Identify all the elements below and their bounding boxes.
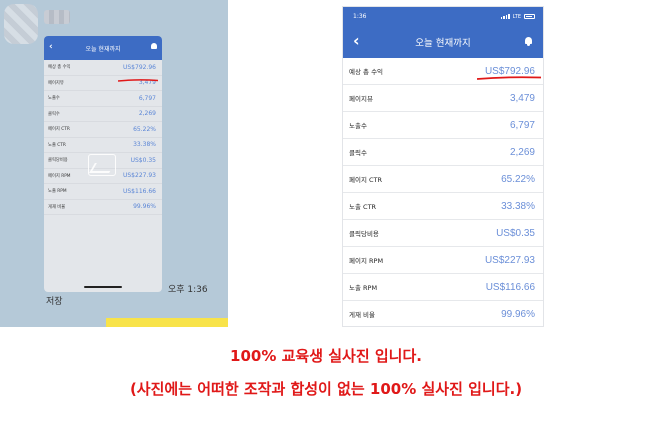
thumb-row-label: 노출 RPM [48,189,67,195]
message-time: 오후 1:36 [168,285,208,295]
thumb-red-underline [118,79,158,82]
thumb-row-value: US$116.66 [122,187,156,195]
thumb-row-label: 페이지뷰 [48,80,64,86]
metric-row[interactable]: 예상 총 수익 US$792.96 [343,58,543,85]
thumb-row: 클릭수 2,269 [44,107,162,122]
thumb-row-value: 33.38% [133,141,156,149]
thumb-row-label: 클릭당비용 [48,158,68,164]
metric-value: 3,479 [509,92,535,104]
thumb-row-value: US$792.96 [122,63,156,71]
metric-label: 클릭당비용 [349,230,379,238]
thumb-row: 게재 비율 99.96% [44,200,162,215]
metric-row[interactable]: 클릭수 2,269 [343,139,543,166]
metric-value: US$792.96 [484,65,535,77]
image-placeholder-icon [88,154,116,176]
thumb-bell-icon [151,43,157,49]
thumb-row: 예상 총 수익 US$792.96 [44,60,162,76]
metric-row[interactable]: 페이지 CTR 65.22% [343,166,543,193]
caption-line-1: 100% 교육생 실사진 입니다. [230,347,422,365]
red-underline-annotation [477,76,541,80]
metric-label: 게재 비율 [349,311,375,319]
metric-row[interactable]: 페이지 RPM US$227.93 [343,247,543,274]
metric-label: 노출 RPM [349,284,378,292]
save-link[interactable]: 저장 [46,294,63,307]
thumb-row: 노출 CTR 33.38% [44,138,162,153]
app-header: ‹ 오늘 현재까지 [343,26,543,58]
thumb-row-label: 페이지 RPM [48,173,71,179]
metric-value: 65.22% [501,173,535,185]
screenshot-collage: ‹ 오늘 현재까지 예상 총 수익 US$792.96 페이지뷰 3,479 노출수 6,… [0,0,652,441]
metric-row[interactable]: 노출수 6,797 [343,112,543,139]
thumb-row-value: US$0.35 [130,156,156,164]
metric-value: 99.96% [501,308,535,320]
metric-label: 페이지 CTR [349,176,383,184]
thumb-back-icon: ‹ [49,42,53,52]
metrics-list: 예상 총 수익 US$792.96 페이지뷰 3,479 노출수 6,797 클릭수 2,26… [343,58,543,326]
home-indicator [84,286,122,288]
thumb-rows: 예상 총 수익 US$792.96 페이지뷰 3,479 노출수 6,797 클릭수 2,26… [44,60,162,215]
thumb-title: 오늘 현재까지 [85,45,121,53]
metric-label: 클릭수 [349,149,367,157]
thumb-row: 페이지뷰 3,479 [44,76,162,91]
metric-label: 예상 총 수익 [349,68,384,76]
thumb-row-value: 2,269 [138,110,156,118]
page-title: 오늘 현재까지 [415,38,471,49]
back-icon[interactable]: ‹ [353,31,360,50]
thumb-row-label: 노출 CTR [48,142,66,148]
metric-label: 노출 CTR [349,203,377,211]
thumb-row-value: 6,797 [138,94,156,102]
thumb-row-label: 게재 비율 [48,204,66,210]
thumb-row-value: 65.22% [133,125,156,133]
thumb-header: ‹ 오늘 현재까지 [44,36,162,60]
metric-label: 페이지 RPM [349,257,384,265]
metric-row[interactable]: 클릭당비용 US$0.35 [343,220,543,247]
thumb-row-label: 예상 총 수익 [48,65,71,71]
bell-icon[interactable] [524,37,533,46]
metric-value: US$116.66 [485,281,535,293]
next-message-bubble[interactable] [106,318,228,327]
adsense-phone-screen: 1:36 LTE ‹ 오늘 현재까지 예상 총 수익 US$792.96 페이지뷰 3… [342,6,544,327]
thumb-row-label: 클릭수 [48,111,60,117]
battery-icon [524,14,535,19]
network-label: LTE [512,13,521,20]
thumb-row-value: US$227.93 [122,172,156,180]
thumb-row: 노출수 6,797 [44,91,162,107]
chat-panel: ‹ 오늘 현재까지 예상 총 수익 US$792.96 페이지뷰 3,479 노출수 6,… [0,0,228,327]
sender-avatar[interactable] [4,4,38,44]
metric-value: 2,269 [509,146,535,158]
status-time: 1:36 [353,13,367,20]
metric-row[interactable]: 게재 비율 99.96% [343,301,543,326]
metric-row[interactable]: 페이지뷰 3,479 [343,85,543,112]
metric-label: 페이지뷰 [349,95,373,103]
metric-row[interactable]: 노출 CTR 33.38% [343,193,543,220]
image-message[interactable]: ‹ 오늘 현재까지 예상 총 수익 US$792.96 페이지뷰 3,479 노출수 6,… [44,36,162,292]
status-bar: 1:36 LTE [343,7,543,26]
sender-name [44,10,70,24]
thumb-row-label: 노출수 [48,96,60,102]
metric-value: US$0.35 [496,227,535,239]
signal-icon [500,14,510,19]
metric-value: 33.38% [501,200,535,212]
metric-row[interactable]: 노출 RPM US$116.66 [343,274,543,301]
metric-value: US$227.93 [484,254,535,266]
thumb-row: 페이지 CTR 65.22% [44,122,162,138]
status-indicators: LTE [500,13,535,20]
thumb-row: 노출 RPM US$116.66 [44,184,162,200]
metric-label: 노출수 [349,122,367,130]
thumb-row-value: 99.96% [133,203,156,211]
metric-value: 6,797 [509,119,535,131]
caption-line-2: (사진에는 어떠한 조작과 합성이 없는 100% 실사진 입니다.) [129,380,523,398]
thumb-row-label: 페이지 CTR [48,127,70,133]
